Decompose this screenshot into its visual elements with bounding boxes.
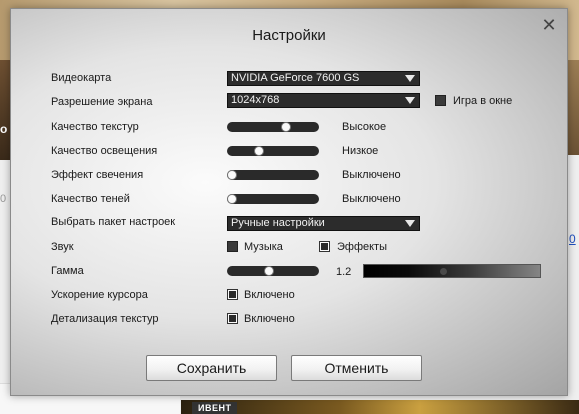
glow-effect-slider[interactable] — [227, 170, 319, 180]
dialog-title: Настройки — [252, 27, 326, 44]
cursor-acceleration-checkbox[interactable] — [227, 289, 238, 300]
background-right-strip — [567, 60, 579, 155]
chevron-down-icon — [405, 75, 415, 82]
lighting-quality-label: Качество освещения — [51, 145, 158, 157]
chevron-down-icon — [405, 220, 415, 227]
save-button[interactable]: Сохранить — [146, 355, 277, 381]
shadow-quality-value: Выключено — [342, 193, 401, 205]
cursor-acceleration-label: Ускорение курсора — [51, 289, 148, 301]
gamma-preview-gradient — [363, 264, 541, 278]
windowed-label: Игра в окне — [453, 95, 513, 107]
music-label: Музыка — [244, 241, 283, 253]
videocard-dropdown[interactable]: NVIDIA GeForce 7600 GS — [227, 71, 420, 86]
gamma-slider[interactable] — [227, 266, 319, 276]
lighting-quality-slider[interactable] — [227, 146, 319, 156]
preset-value: Ручные настройки — [231, 217, 325, 229]
texture-quality-value: Высокое — [342, 121, 387, 133]
close-icon[interactable]: ✕ — [541, 16, 557, 34]
sound-label: Звук — [51, 241, 74, 253]
texture-detail-checkbox[interactable] — [227, 313, 238, 324]
videocard-value: NVIDIA GeForce 7600 GS — [231, 72, 360, 84]
resolution-value: 1024x768 — [231, 94, 280, 106]
texture-detail-option: Включено — [244, 313, 295, 325]
preset-dropdown[interactable]: Ручные настройки — [227, 216, 420, 231]
slider-knob[interactable] — [227, 194, 237, 204]
slider-knob[interactable] — [281, 122, 291, 132]
texture-detail-label: Детализация текстур — [51, 313, 159, 325]
lighting-quality-value: Низкое — [342, 145, 379, 157]
background-side-text: 0 — [0, 193, 7, 205]
resolution-dropdown[interactable]: 1024x768 — [227, 93, 420, 108]
settings-dialog: Настройки ✕ Видеокарта NVIDIA GeForce 76… — [10, 8, 568, 396]
gamma-value: 1.2 — [336, 266, 352, 278]
effects-checkbox[interactable] — [319, 241, 330, 252]
resolution-label: Разрешение экрана — [51, 96, 153, 108]
videocard-label: Видеокарта — [51, 72, 112, 84]
background-left-strip — [0, 60, 10, 160]
shadow-quality-label: Качество теней — [51, 193, 130, 205]
texture-quality-slider[interactable] — [227, 122, 319, 132]
effects-label: Эффекты — [337, 241, 388, 253]
shadow-quality-slider[interactable] — [227, 194, 319, 204]
glow-effect-value: Выключено — [342, 169, 401, 181]
music-checkbox[interactable] — [227, 241, 238, 252]
slider-knob[interactable] — [264, 266, 274, 276]
background-side-link[interactable]: 0 — [569, 232, 579, 246]
gamma-label: Гамма — [51, 265, 84, 277]
slider-knob[interactable] — [227, 170, 237, 180]
background-bottom-banner — [181, 400, 579, 414]
preset-label: Выбрать пакет настроек — [51, 216, 176, 228]
cancel-button[interactable]: Отменить — [291, 355, 422, 381]
background-left-letter: о — [0, 122, 8, 136]
windowed-checkbox[interactable] — [435, 95, 446, 106]
gamma-preview-marker — [440, 268, 447, 275]
cursor-acceleration-option: Включено — [244, 289, 295, 301]
chevron-down-icon — [405, 97, 415, 104]
slider-knob[interactable] — [254, 146, 264, 156]
texture-quality-label: Качество текстур — [51, 121, 139, 133]
glow-effect-label: Эффект свечения — [51, 169, 144, 181]
event-badge: ИВЕНТ — [192, 402, 238, 414]
